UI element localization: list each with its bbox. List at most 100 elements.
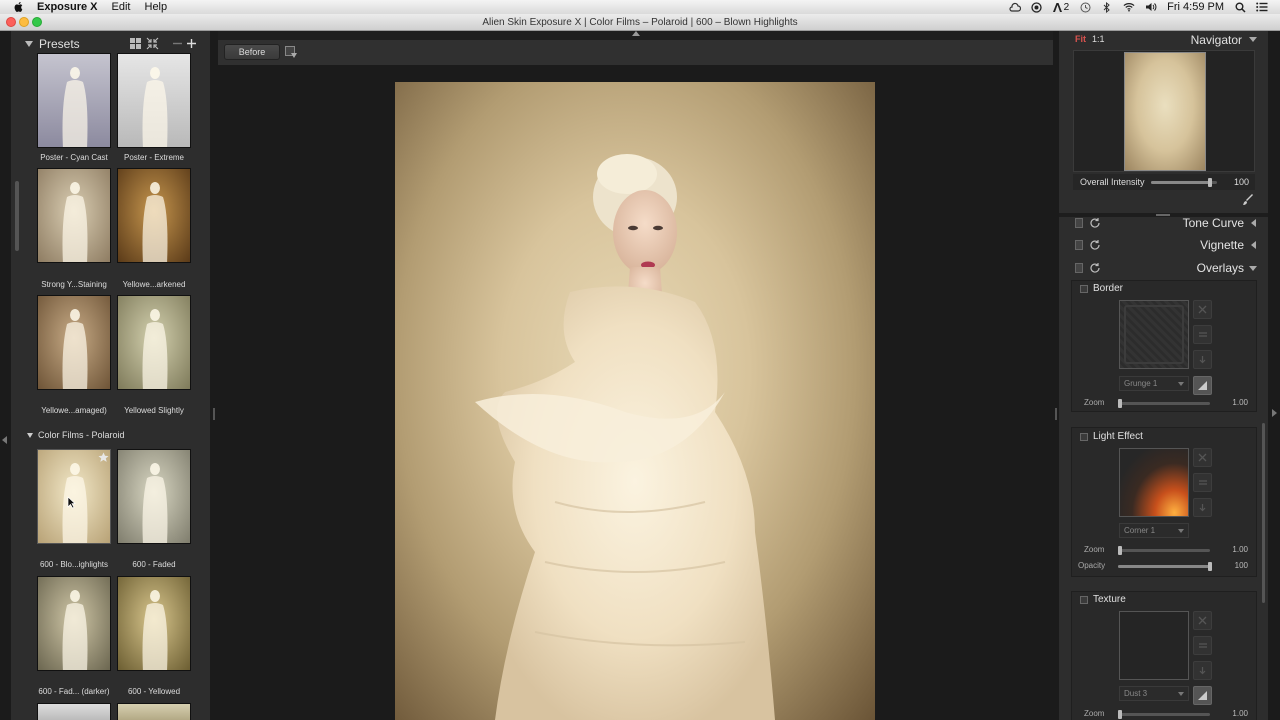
app-menu[interactable]: Exposure X bbox=[37, 1, 98, 13]
time-machine-icon[interactable] bbox=[1079, 1, 1091, 13]
preset-thumbnail[interactable] bbox=[37, 53, 111, 148]
notification-center-icon[interactable] bbox=[1256, 1, 1268, 13]
volume-icon[interactable] bbox=[1145, 1, 1157, 13]
swap-overlay-button[interactable] bbox=[1193, 636, 1212, 655]
collapse-section-icon[interactable] bbox=[1249, 266, 1257, 271]
light-effect-opacity-value[interactable]: 100 bbox=[1235, 561, 1248, 570]
presets-scrollbar[interactable] bbox=[15, 181, 19, 251]
vignette-section[interactable]: Vignette bbox=[1059, 234, 1268, 256]
zoom-window-button[interactable] bbox=[32, 17, 42, 27]
wifi-icon[interactable] bbox=[1123, 1, 1135, 13]
slider-knob[interactable] bbox=[1118, 710, 1122, 719]
expand-section-icon[interactable] bbox=[1251, 241, 1256, 249]
left-panel-collapse-strip[interactable] bbox=[0, 31, 11, 720]
add-preset-icon[interactable] bbox=[185, 37, 198, 50]
adobe-icon[interactable]: 2 bbox=[1052, 1, 1069, 13]
right-panel-collapse-strip[interactable] bbox=[1268, 31, 1280, 720]
minimize-window-button[interactable] bbox=[19, 17, 29, 27]
flip-overlay-button[interactable] bbox=[1193, 376, 1212, 395]
navigator-collapse-icon[interactable] bbox=[1249, 37, 1257, 42]
spotlight-search-icon[interactable] bbox=[1234, 1, 1246, 13]
collapse-right-arrow-icon[interactable] bbox=[1272, 409, 1277, 417]
overlays-toggle[interactable] bbox=[1075, 263, 1083, 273]
collapse-all-icon[interactable] bbox=[146, 37, 159, 50]
tone-curve-section[interactable]: Tone Curve bbox=[1059, 212, 1268, 234]
flip-overlay-button[interactable] bbox=[1193, 686, 1212, 705]
overall-intensity-slider[interactable] bbox=[1151, 178, 1217, 187]
overall-intensity-value[interactable]: 100 bbox=[1234, 177, 1249, 187]
swap-overlay-button[interactable] bbox=[1193, 325, 1212, 344]
menu-edit[interactable]: Edit bbox=[112, 1, 131, 13]
clear-overlay-button[interactable] bbox=[1193, 448, 1212, 467]
slider-knob[interactable] bbox=[1208, 178, 1213, 187]
preset-thumbnail[interactable] bbox=[117, 449, 191, 544]
border-zoom-slider[interactable] bbox=[1118, 399, 1210, 408]
preset-thumbnail[interactable] bbox=[117, 53, 191, 148]
slider-knob[interactable] bbox=[1208, 562, 1212, 571]
brush-icon[interactable] bbox=[1242, 194, 1254, 206]
navigator-preview[interactable] bbox=[1073, 50, 1255, 172]
light-effect-preview[interactable] bbox=[1119, 448, 1189, 517]
close-window-button[interactable] bbox=[6, 17, 16, 27]
light-effect-opacity-slider[interactable] bbox=[1118, 562, 1212, 571]
expand-section-icon[interactable] bbox=[1251, 219, 1256, 227]
image-canvas[interactable] bbox=[218, 65, 1053, 720]
light-effect-enable-checkbox[interactable] bbox=[1080, 433, 1088, 441]
compare-dropdown-icon[interactable] bbox=[291, 53, 297, 58]
collapse-left-arrow-icon[interactable] bbox=[2, 436, 7, 444]
slider-knob[interactable] bbox=[1118, 399, 1122, 408]
preset-thumbnail-selected[interactable] bbox=[37, 449, 111, 544]
adjustments-scrollbar[interactable] bbox=[1262, 423, 1265, 603]
load-overlay-button[interactable] bbox=[1193, 661, 1212, 680]
swap-overlay-button[interactable] bbox=[1193, 473, 1212, 492]
border-preview[interactable] bbox=[1119, 300, 1189, 369]
left-splitter[interactable] bbox=[210, 31, 218, 720]
light-effect-preset-select[interactable]: Corner 1 bbox=[1119, 523, 1189, 538]
presets-collapse-icon[interactable] bbox=[25, 40, 33, 47]
preset-thumbnail[interactable] bbox=[117, 576, 191, 671]
slider-knob[interactable] bbox=[1118, 546, 1122, 555]
splitter-handle[interactable] bbox=[1055, 408, 1057, 420]
light-effect-zoom-slider[interactable] bbox=[1118, 546, 1210, 555]
border-preset-select[interactable]: Grunge 1 bbox=[1119, 376, 1189, 391]
preset-thumbnail[interactable] bbox=[117, 295, 191, 390]
grid-view-icon[interactable] bbox=[129, 37, 142, 50]
bluetooth-icon[interactable] bbox=[1101, 1, 1113, 13]
preset-thumbnail[interactable] bbox=[37, 168, 111, 263]
creative-cloud-icon[interactable] bbox=[1008, 1, 1021, 13]
preset-group-header[interactable]: Color Films - Polaroid bbox=[27, 430, 125, 440]
splitter-handle[interactable] bbox=[213, 408, 215, 420]
preset-thumbnail[interactable] bbox=[37, 703, 111, 720]
reset-icon[interactable] bbox=[1089, 239, 1101, 251]
zoom-fit-button[interactable]: Fit bbox=[1075, 34, 1086, 44]
clock[interactable]: Fri 4:59 PM bbox=[1167, 1, 1224, 13]
group-expand-icon[interactable] bbox=[27, 432, 33, 438]
load-overlay-button[interactable] bbox=[1193, 498, 1212, 517]
zoom-1to1-button[interactable]: 1:1 bbox=[1092, 34, 1105, 44]
record-icon[interactable] bbox=[1031, 1, 1043, 13]
before-button[interactable]: Before bbox=[224, 44, 280, 60]
preset-thumbnail[interactable] bbox=[117, 168, 191, 263]
collapse-top-arrow-icon[interactable] bbox=[632, 31, 640, 36]
border-zoom-value[interactable]: 1.00 bbox=[1232, 398, 1248, 407]
clear-overlay-button[interactable] bbox=[1193, 611, 1212, 630]
menu-help[interactable]: Help bbox=[145, 1, 168, 13]
texture-enable-checkbox[interactable] bbox=[1080, 596, 1088, 604]
light-effect-zoom-value[interactable]: 1.00 bbox=[1232, 545, 1248, 554]
preset-thumbnail[interactable] bbox=[37, 576, 111, 671]
overlays-section[interactable]: Overlays bbox=[1059, 257, 1268, 279]
reset-icon[interactable] bbox=[1089, 217, 1101, 229]
apple-icon[interactable] bbox=[13, 1, 25, 13]
texture-zoom-slider[interactable] bbox=[1118, 710, 1210, 719]
navigator-thumbnail[interactable] bbox=[1124, 52, 1206, 171]
preset-thumbnail[interactable] bbox=[37, 295, 111, 390]
tone-curve-toggle[interactable] bbox=[1075, 218, 1083, 228]
preset-thumbnail[interactable] bbox=[117, 703, 191, 720]
texture-preview[interactable] bbox=[1119, 611, 1189, 680]
clear-overlay-button[interactable] bbox=[1193, 300, 1212, 319]
favorite-star-icon[interactable] bbox=[98, 452, 109, 463]
reset-icon[interactable] bbox=[1089, 262, 1101, 274]
texture-zoom-value[interactable]: 1.00 bbox=[1232, 709, 1248, 718]
load-overlay-button[interactable] bbox=[1193, 350, 1212, 369]
border-enable-checkbox[interactable] bbox=[1080, 285, 1088, 293]
